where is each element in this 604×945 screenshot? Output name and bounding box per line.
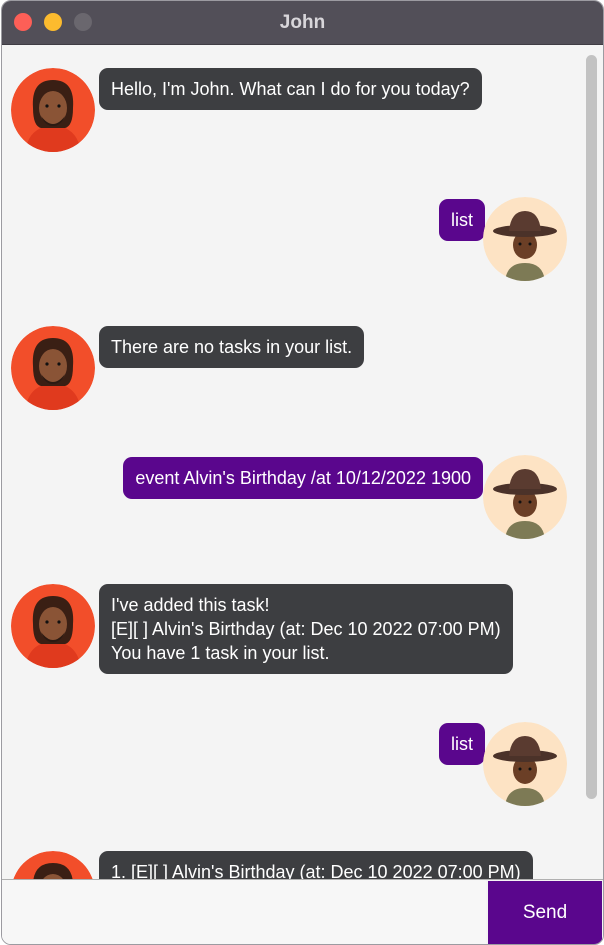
user-avatar bbox=[483, 455, 567, 539]
user-message: list bbox=[439, 723, 485, 765]
user-avatar bbox=[483, 197, 567, 281]
user-message: event Alvin's Birthday /at 10/12/2022 19… bbox=[123, 457, 483, 499]
chat-scrollbar[interactable] bbox=[586, 55, 597, 799]
user-avatar bbox=[483, 722, 567, 806]
bot-avatar bbox=[11, 68, 95, 152]
message-input[interactable] bbox=[2, 880, 486, 944]
bot-message: There are no tasks in your list. bbox=[99, 326, 365, 368]
window-title: John bbox=[279, 12, 326, 33]
bot-avatar bbox=[11, 326, 95, 410]
user-message: list bbox=[439, 199, 485, 241]
bot-message: 1. [E][ ] Alvin's Birthday (at: Dec 10 2… bbox=[99, 851, 533, 879]
bot-message: I've added this task! [E][ ] Alvin's Bir… bbox=[99, 584, 513, 674]
chat-scroll-pane[interactable]: Hello, I'm John. What can I do for you t… bbox=[2, 45, 603, 879]
send-button[interactable]: Send bbox=[488, 881, 602, 944]
bot-avatar bbox=[11, 584, 95, 668]
title-bar: John bbox=[2, 1, 603, 45]
input-area: Send bbox=[2, 879, 603, 944]
bot-message: Hello, I'm John. What can I do for you t… bbox=[99, 68, 482, 110]
bot-avatar bbox=[11, 851, 95, 879]
app-window: John Hello, I'm John. What can I do for … bbox=[1, 0, 604, 945]
